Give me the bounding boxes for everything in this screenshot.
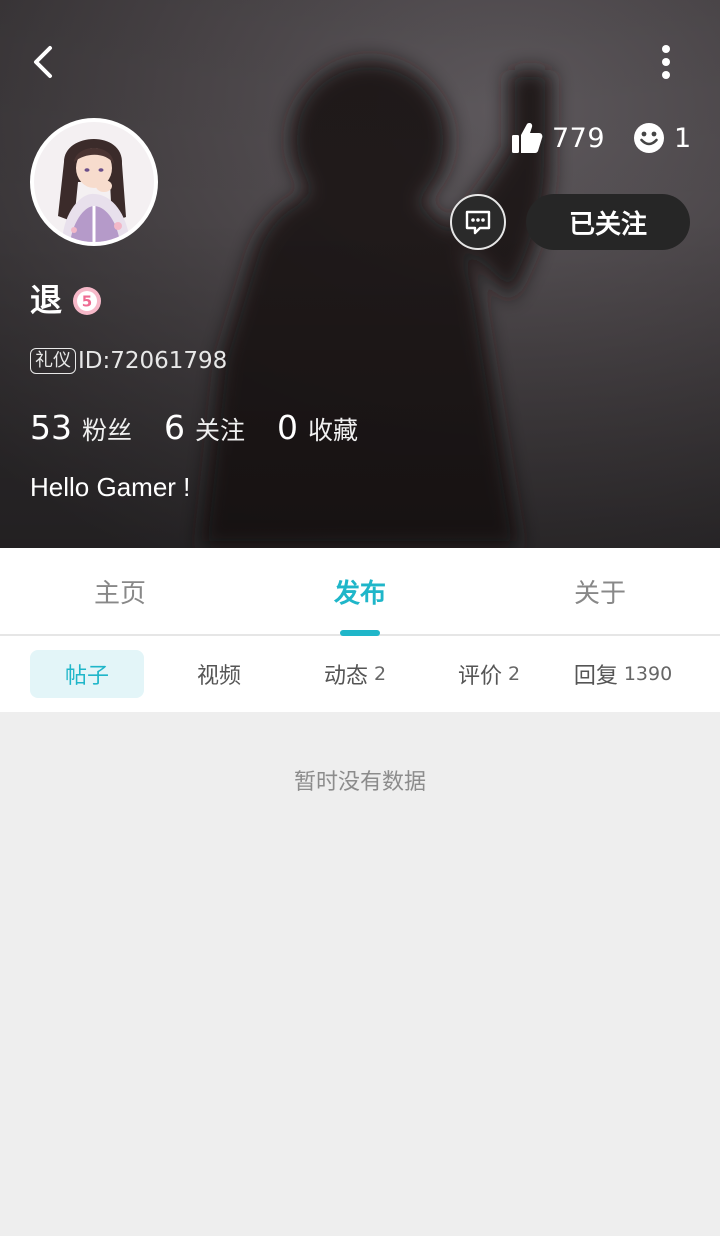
- id-tag: 礼仪: [30, 348, 76, 374]
- empty-state-text: 暂时没有数据: [293, 770, 426, 795]
- smiles-count: 1: [674, 122, 692, 154]
- tab-home[interactable]: 主页: [0, 548, 240, 634]
- subtab-reviews[interactable]: 评价 2: [440, 650, 538, 698]
- tab-about[interactable]: 关于: [480, 548, 720, 634]
- likes-stat[interactable]: 779: [510, 116, 605, 160]
- count-label: 粉丝: [82, 415, 133, 445]
- chevron-left-icon: [34, 46, 52, 78]
- subtab-count: 1390: [623, 663, 673, 685]
- smiles-stat[interactable]: 1: [632, 116, 692, 160]
- username: 退: [30, 281, 63, 319]
- count-label: 收藏: [308, 415, 359, 445]
- subtab-videos[interactable]: 视频: [170, 650, 268, 698]
- level-number: 5: [82, 293, 92, 311]
- avatar-image: [34, 122, 154, 242]
- more-vertical-icon: [662, 45, 670, 79]
- likes-count: 779: [552, 122, 606, 154]
- subtab-count: 2: [373, 663, 387, 685]
- header-overlay: [0, 0, 720, 548]
- follow-counts: 53 粉丝 6 关注 0 收藏: [30, 404, 390, 450]
- subtab-replies[interactable]: 回复 1390: [564, 650, 682, 698]
- count-number: 53: [30, 407, 72, 447]
- message-button[interactable]: [450, 194, 506, 250]
- sub-tab-bar: 帖子 视频 动态 2 评价 2 回复 1390: [0, 636, 720, 712]
- avatar[interactable]: [30, 118, 158, 246]
- user-id: ID:72061798: [78, 348, 228, 374]
- follow-button[interactable]: 已关注: [526, 194, 690, 250]
- fans-count[interactable]: 53 粉丝: [30, 408, 132, 447]
- subtab-label: 视频: [196, 664, 241, 689]
- subtab-label: 评价: [457, 664, 502, 689]
- subtab-label: 动态: [323, 664, 368, 689]
- count-number: 6: [164, 407, 186, 447]
- count-number: 0: [277, 407, 299, 447]
- user-bio: Hello Gamer !: [30, 472, 191, 502]
- subtab-count: 2: [507, 663, 521, 685]
- thumbs-up-icon: [512, 123, 543, 153]
- subtab-label: 帖子: [64, 664, 109, 689]
- favorites-count[interactable]: 0 收藏: [277, 408, 358, 447]
- count-label: 关注: [195, 415, 246, 445]
- main-tab-bar: 主页 发布 关于: [0, 548, 720, 636]
- back-button[interactable]: [22, 38, 66, 86]
- smiley-icon: [634, 123, 664, 153]
- chat-bubble-icon: [465, 210, 491, 235]
- more-button[interactable]: [644, 38, 688, 86]
- subtab-label: 回复: [573, 664, 618, 689]
- following-count[interactable]: 6 关注: [164, 408, 245, 447]
- user-id-row: 礼仪 ID:72061798: [30, 346, 227, 376]
- profile-header: 779 1 已关注 退 5 礼仪 ID:72061798 53 粉丝 6 关注 …: [0, 0, 720, 548]
- subtab-threads[interactable]: 帖子: [30, 650, 144, 698]
- level-badge-icon: 5: [73, 287, 101, 315]
- tab-posts[interactable]: 发布: [240, 548, 480, 634]
- subtab-moments[interactable]: 动态 2: [306, 650, 404, 698]
